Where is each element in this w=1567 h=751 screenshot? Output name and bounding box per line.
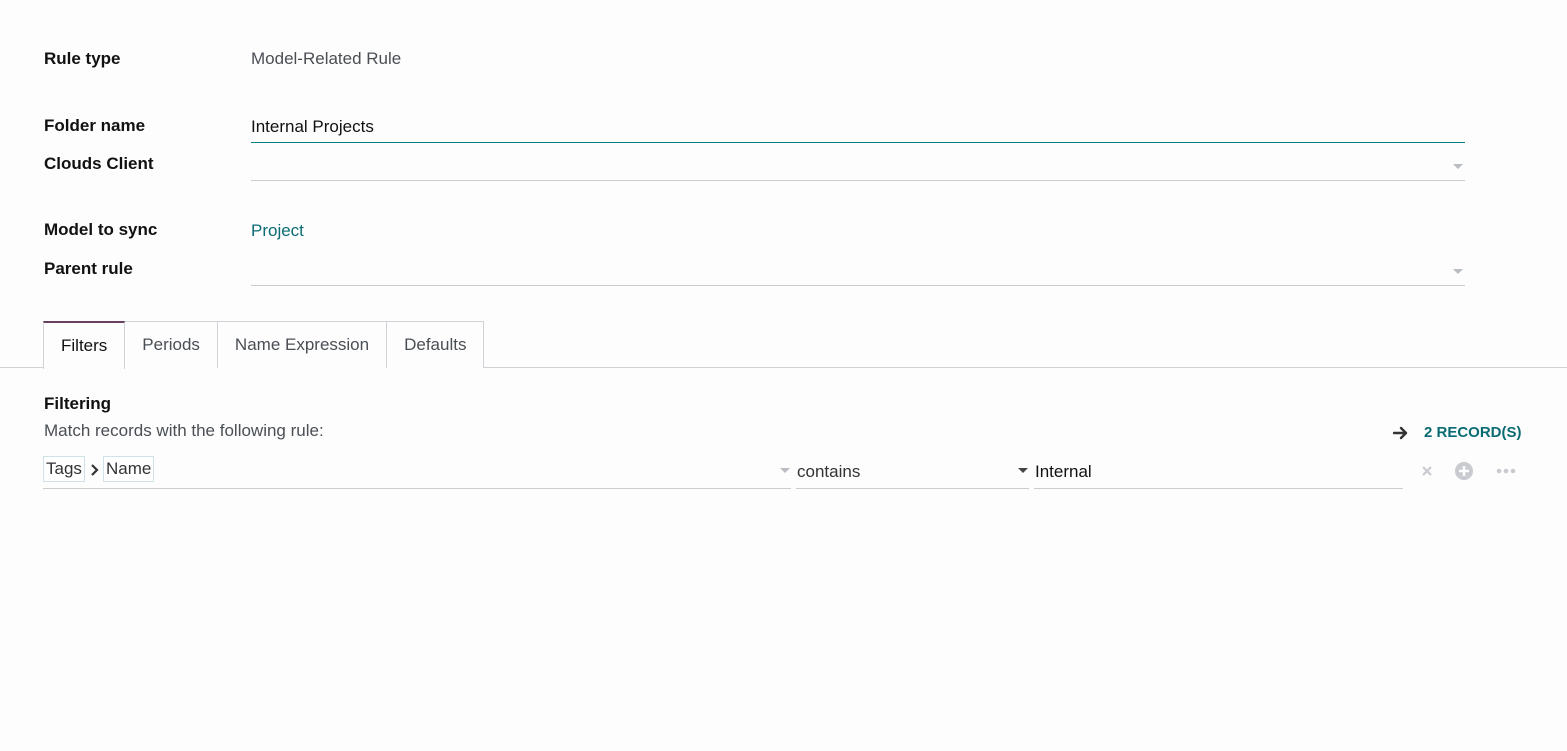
chevron-down-icon: [1453, 269, 1463, 274]
clouds-client-label: Clouds Client: [44, 154, 154, 173]
folder-name-value: Internal Projects: [251, 117, 374, 136]
plus-circle-icon[interactable]: [1454, 461, 1474, 481]
rule-value: Internal: [1035, 462, 1092, 481]
rule-value-input[interactable]: Internal: [1034, 455, 1403, 489]
chevron-down-icon: [1018, 468, 1028, 473]
filtering-subtitle: Match records with the following rule:: [44, 421, 324, 440]
operator-value: contains: [797, 462, 861, 481]
clouds-client-select[interactable]: [251, 143, 1465, 181]
path-chip-name: Name: [103, 456, 155, 482]
close-icon[interactable]: [1421, 465, 1433, 477]
tab-defaults[interactable]: Defaults: [386, 321, 485, 368]
chevron-down-icon: [780, 468, 790, 473]
field-path-selector[interactable]: Tags Name: [43, 455, 791, 489]
model-to-sync-label: Model to sync: [44, 220, 158, 239]
rule-type-value: Model-Related Rule: [251, 49, 402, 68]
ellipsis-icon[interactable]: [1496, 467, 1516, 475]
records-link[interactable]: 2 RECORD(S): [1393, 424, 1522, 441]
parent-rule-label: Parent rule: [44, 259, 133, 278]
path-chip-tags: Tags: [43, 456, 85, 482]
model-to-sync-link[interactable]: Project: [251, 221, 304, 241]
chevron-right-icon: [91, 464, 99, 476]
tab-filters[interactable]: Filters: [43, 321, 126, 369]
tab-name-expression[interactable]: Name Expression: [216, 321, 388, 368]
chevron-down-icon: [1453, 164, 1463, 169]
folder-name-label: Folder name: [44, 116, 146, 135]
notebook-tabs: Filters Periods Name Expression Defaults: [43, 321, 485, 369]
tab-periods[interactable]: Periods: [124, 321, 218, 368]
folder-name-input[interactable]: Internal Projects: [251, 105, 1465, 143]
rule-type-label: Rule type: [44, 49, 121, 68]
parent-rule-select[interactable]: [251, 248, 1465, 286]
arrow-right-icon: [1393, 426, 1408, 439]
filtering-title: Filtering: [44, 394, 112, 413]
operator-select[interactable]: contains: [796, 455, 1029, 489]
records-count: 2 RECORD(S): [1424, 424, 1522, 441]
